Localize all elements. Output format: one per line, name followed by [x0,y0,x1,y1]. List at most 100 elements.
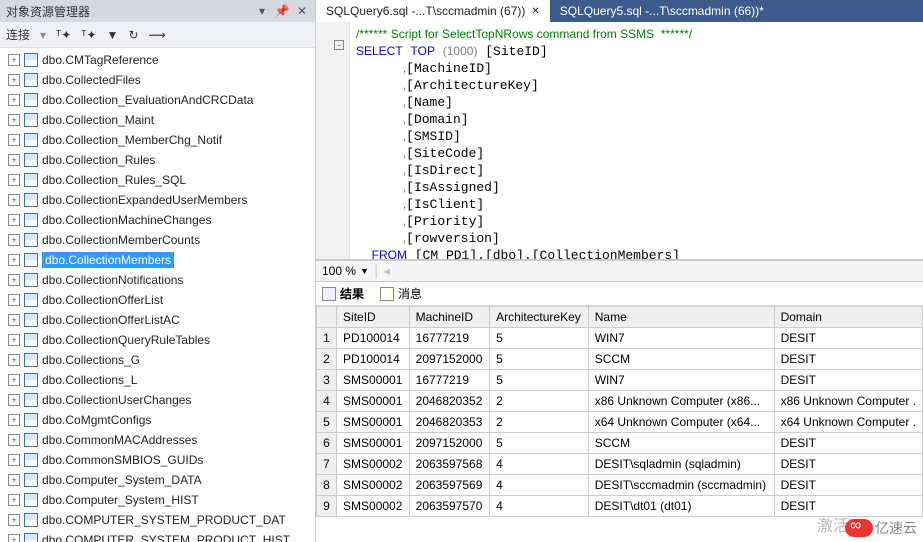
expander-icon[interactable]: + [8,114,20,126]
cell[interactable]: DESIT [774,433,922,454]
expander-icon[interactable]: + [8,394,20,406]
column-header[interactable]: MachineID [409,307,489,328]
cell[interactable]: x64 Unknown Computer (x64... [588,412,774,433]
expander-icon[interactable]: + [8,454,20,466]
table-row[interactable]: 5SMS0000120468203532x64 Unknown Computer… [317,412,923,433]
cell[interactable]: SMS00002 [337,496,410,517]
expander-icon[interactable]: + [8,174,20,186]
tree-item[interactable]: +dbo.Collections_L [0,370,315,390]
tree-item[interactable]: +dbo.CollectionNotifications [0,270,315,290]
row-number[interactable]: 6 [317,433,337,454]
cell[interactable]: 5 [490,433,589,454]
connect-button[interactable]: 连接 [6,26,30,43]
tab-results[interactable]: 结果 [322,285,364,302]
cell[interactable]: 16777219 [409,370,489,391]
row-number[interactable]: 3 [317,370,337,391]
sql-editor[interactable]: − /****** Script for SelectTopNRows comm… [316,22,923,260]
tree-item[interactable]: +dbo.CollectionExpandedUserMembers [0,190,315,210]
cell[interactable]: DESIT [774,496,922,517]
cell[interactable]: WIN7 [588,370,774,391]
tree-item[interactable]: +dbo.Collection_MemberChg_Notif [0,130,315,150]
table-row[interactable]: 2PD10001420971520005SCCMDESIT [317,349,923,370]
cell[interactable]: 5 [490,349,589,370]
expander-icon[interactable]: + [8,354,20,366]
cell[interactable]: 2 [490,391,589,412]
cell[interactable]: SMS00001 [337,433,410,454]
expander-icon[interactable]: + [8,534,20,542]
tree-item[interactable]: +dbo.CollectionMachineChanges [0,210,315,230]
expander-icon[interactable]: + [8,254,20,266]
cell[interactable]: DESIT [774,370,922,391]
expander-icon[interactable]: + [8,414,20,426]
pin-icon[interactable]: 📌 [275,4,289,18]
dropdown-icon[interactable]: ▾ [255,4,269,18]
cell[interactable]: 2063597568 [409,454,489,475]
expander-icon[interactable]: + [8,434,20,446]
cell[interactable]: 2 [490,412,589,433]
cell[interactable]: 4 [490,475,589,496]
expander-icon[interactable]: + [8,214,20,226]
zoom-value[interactable]: 100 % [322,264,356,278]
cell[interactable]: 4 [490,454,589,475]
tree-item[interactable]: +dbo.CollectionOfferList [0,290,315,310]
expander-icon[interactable]: + [8,94,20,106]
cell[interactable]: 5 [490,328,589,349]
tree-item[interactable]: +dbo.CoMgmtConfigs [0,410,315,430]
zoom-dropdown-icon[interactable]: ▼ [360,266,369,276]
sql-code[interactable]: /****** Script for SelectTopNRows comman… [350,22,698,259]
row-number[interactable]: 5 [317,412,337,433]
column-header[interactable]: Name [588,307,774,328]
table-row[interactable]: 6SMS0000120971520005SCCMDESIT [317,433,923,454]
table-row[interactable]: 3SMS00001167772195WIN7DESIT [317,370,923,391]
cell[interactable]: PD100014 [337,328,410,349]
cell[interactable]: 2046820353 [409,412,489,433]
row-header-corner[interactable] [317,307,337,328]
cell[interactable]: 4 [490,496,589,517]
expander-icon[interactable]: + [8,54,20,66]
close-icon[interactable]: ✕ [295,4,309,18]
expander-icon[interactable]: + [8,294,20,306]
cell[interactable]: SCCM [588,349,774,370]
tree-item[interactable]: +dbo.CollectionQueryRuleTables [0,330,315,350]
tree-item[interactable]: +dbo.CollectionMemberCounts [0,230,315,250]
cell[interactable]: SMS00001 [337,412,410,433]
cell[interactable]: 5 [490,370,589,391]
cell[interactable]: 2063597570 [409,496,489,517]
expander-icon[interactable]: + [8,194,20,206]
cell[interactable]: SMS00001 [337,391,410,412]
expander-icon[interactable]: + [8,474,20,486]
expander-icon[interactable]: + [8,514,20,526]
expander-icon[interactable]: + [8,494,20,506]
expander-icon[interactable]: + [8,154,20,166]
expander-icon[interactable]: + [8,234,20,246]
cell[interactable]: DESIT\sqladmin (sqladmin) [588,454,774,475]
cell[interactable]: DESIT\sccmadmin (sccmadmin) [588,475,774,496]
cell[interactable]: x86 Unknown Computer (x86... [588,391,774,412]
cell[interactable]: SCCM [588,433,774,454]
row-number[interactable]: 8 [317,475,337,496]
cell[interactable]: SMS00001 [337,370,410,391]
table-row[interactable]: 8SMS0000220635975694DESIT\sccmadmin (scc… [317,475,923,496]
expander-icon[interactable]: + [8,74,20,86]
toolbar-icon-1[interactable]: ᵀ✦ [56,28,71,42]
tree-item[interactable]: +dbo.Collection_EvaluationAndCRCData [0,90,315,110]
expander-icon[interactable]: + [8,314,20,326]
cell[interactable]: x64 Unknown Computer . [774,412,922,433]
tree-item[interactable]: +dbo.CollectedFiles [0,70,315,90]
cell[interactable]: 2097152000 [409,349,489,370]
results-grid-wrap[interactable]: SiteIDMachineIDArchitectureKeyNameDomain… [316,306,923,542]
column-header[interactable]: SiteID [337,307,410,328]
tree-item[interactable]: +dbo.CollectionUserChanges [0,390,315,410]
tree-item[interactable]: +dbo.CommonSMBIOS_GUIDs [0,450,315,470]
tree-item[interactable]: +dbo.Collections_G [0,350,315,370]
cell[interactable]: DESIT [774,475,922,496]
tree-item[interactable]: +dbo.COMPUTER_SYSTEM_PRODUCT_DAT [0,510,315,530]
column-header[interactable]: Domain [774,307,922,328]
expander-icon[interactable]: + [8,374,20,386]
table-row[interactable]: 1PD100014167772195WIN7DESIT [317,328,923,349]
cell[interactable]: 2046820352 [409,391,489,412]
row-number[interactable]: 9 [317,496,337,517]
tree-item[interactable]: +dbo.Collection_Rules [0,150,315,170]
editor-tab[interactable]: SQLQuery5.sql -...T\sccmadmin (66))* [550,0,774,22]
cell[interactable]: DESIT [774,454,922,475]
